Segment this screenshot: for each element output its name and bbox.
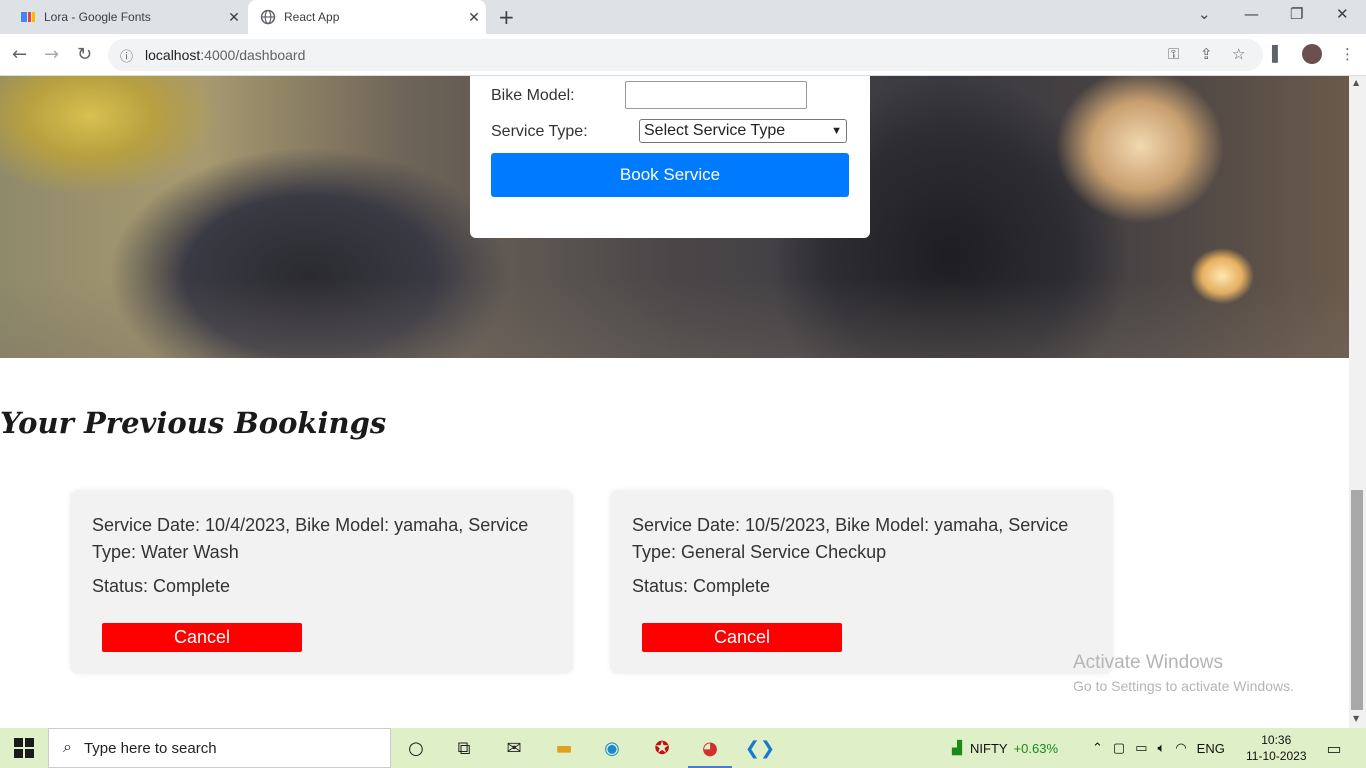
minimize-icon[interactable]: — — [1244, 5, 1259, 23]
tab-search-icon[interactable]: ⌄ — [1198, 5, 1211, 23]
scroll-up-icon[interactable]: ▲ — [1353, 78, 1359, 87]
globe-icon — [260, 9, 276, 25]
url-path: :4000/dashboard — [200, 47, 306, 63]
cancel-booking-button[interactable]: Cancel — [102, 623, 302, 652]
chart-up-icon: ▟ — [952, 740, 962, 755]
key-icon[interactable]: ⚿ — [1168, 45, 1179, 63]
cortana-icon[interactable]: ○ — [404, 736, 428, 760]
watermark-title: Activate Windows — [1073, 652, 1223, 673]
booking-form: Bike Model: Service Type: Select Service… — [470, 76, 870, 238]
browser-tab-strip: Lora - Google Fonts ✕ React App ✕ + ⌄ — … — [0, 0, 1366, 34]
file-explorer-icon[interactable]: ▬ — [552, 736, 576, 760]
previous-bookings-title: Your Previous Bookings — [0, 406, 387, 440]
clock-date: 11-10-2023 — [1246, 749, 1307, 763]
booking-description: Service Date: 10/5/2023, Bike Model: yam… — [632, 515, 1069, 562]
close-tab-icon[interactable]: ✕ — [222, 9, 246, 26]
system-tray: ⌃ ▢ ▭ 🔈︎ ◠ ENG — [1092, 728, 1225, 768]
watermark-subtitle: Go to Settings to activate Windows. — [1073, 678, 1294, 694]
bike-model-label: Bike Model: — [491, 87, 575, 104]
taskbar-search-placeholder: Type here to search — [83, 739, 217, 757]
nifty-widget[interactable]: ▟ NIFTY +0.63% — [952, 728, 1058, 768]
mail-icon[interactable]: ✉ — [502, 736, 526, 760]
service-type-select[interactable]: Select Service Type ▼ — [639, 119, 847, 143]
scrollbar-thumb[interactable] — [1351, 490, 1363, 710]
page-scrollbar[interactable]: ▲ ▼ — [1349, 76, 1366, 728]
windows-taskbar: ⌕ Type here to search ○ ⧉ ✉ ▬ ◉ ✪ ◕ ❮❯ ▟… — [0, 728, 1366, 768]
taskbar-search[interactable]: ⌕ Type here to search — [48, 728, 391, 768]
tab-title: Lora - Google Fonts — [44, 10, 151, 24]
vscode-icon[interactable]: ❮❯ — [745, 736, 775, 760]
page-viewport: Bike Model: Service Type: Select Service… — [0, 76, 1349, 728]
new-tab-icon[interactable]: + — [498, 5, 515, 29]
profile-avatar[interactable] — [1302, 44, 1322, 64]
booking-description: Service Date: 10/4/2023, Bike Model: yam… — [92, 515, 529, 562]
booking-card: Service Date: 10/4/2023, Bike Model: yam… — [70, 490, 573, 674]
back-icon[interactable]: ← — [12, 44, 27, 65]
bookmark-star-icon[interactable]: ☆ — [1232, 45, 1245, 63]
scroll-down-icon[interactable]: ▼ — [1353, 714, 1359, 723]
notifications-icon[interactable]: ▭ — [1322, 736, 1346, 760]
booking-status: Status: Complete — [632, 576, 771, 596]
site-info-icon[interactable]: ⓘ — [120, 46, 133, 65]
battery-icon[interactable]: ▭ — [1135, 740, 1147, 756]
share-icon[interactable]: ⇪ — [1200, 45, 1213, 63]
side-panel-icon[interactable]: ▌ — [1272, 45, 1284, 63]
nifty-label: NIFTY — [970, 740, 1008, 756]
cancel-booking-button[interactable]: Cancel — [642, 623, 842, 652]
forward-icon[interactable]: → — [44, 44, 59, 65]
search-icon: ⌕ — [63, 739, 72, 756]
tab-title: React App — [284, 10, 340, 24]
windows-start-icon[interactable] — [14, 738, 34, 758]
chevron-down-icon: ▼ — [831, 125, 842, 137]
chrome-icon[interactable]: ◕ — [688, 736, 732, 768]
volume-icon[interactable]: 🔈︎ — [1158, 740, 1166, 756]
clock[interactable]: 10:36 11-10-2023 — [1246, 732, 1307, 764]
edge-icon[interactable]: ◉ — [600, 736, 624, 760]
browser-toolbar: ← → ↻ ⓘ localhost:4000/dashboard ⚿ ⇪ ☆ ▌… — [0, 34, 1366, 76]
menu-dots-icon[interactable]: ⋮ — [1340, 45, 1355, 63]
app-icon[interactable]: ✪ — [650, 736, 674, 760]
activate-windows-watermark: Activate Windows Go to Settings to activ… — [1073, 652, 1294, 694]
booking-status: Status: Complete — [92, 576, 231, 596]
language-indicator[interactable]: ENG — [1197, 741, 1225, 756]
restore-icon[interactable]: ❐ — [1290, 5, 1303, 23]
wifi-icon[interactable]: ◠ — [1175, 740, 1186, 756]
meet-icon[interactable]: ▢ — [1113, 740, 1125, 756]
google-fonts-icon — [20, 9, 36, 25]
tab-lora-google-fonts[interactable]: Lora - Google Fonts ✕ — [8, 0, 246, 34]
nifty-change: +0.63% — [1013, 740, 1059, 756]
clock-time: 10:36 — [1261, 733, 1292, 747]
tab-react-app[interactable]: React App ✕ — [248, 0, 486, 34]
chevron-up-icon[interactable]: ⌃ — [1092, 740, 1103, 756]
book-service-button[interactable]: Book Service — [491, 153, 849, 197]
close-window-icon[interactable]: ✕ — [1336, 5, 1349, 23]
service-type-selected: Select Service Type — [644, 122, 786, 139]
url-host: localhost — [145, 47, 201, 63]
reload-icon[interactable]: ↻ — [77, 44, 92, 65]
bike-model-input[interactable] — [625, 81, 807, 109]
service-type-label: Service Type: — [491, 123, 588, 140]
close-tab-icon[interactable]: ✕ — [462, 9, 486, 26]
booking-card: Service Date: 10/5/2023, Bike Model: yam… — [610, 490, 1113, 674]
address-bar[interactable]: ⓘ localhost:4000/dashboard — [108, 39, 1263, 71]
task-view-icon[interactable]: ⧉ — [452, 736, 476, 760]
